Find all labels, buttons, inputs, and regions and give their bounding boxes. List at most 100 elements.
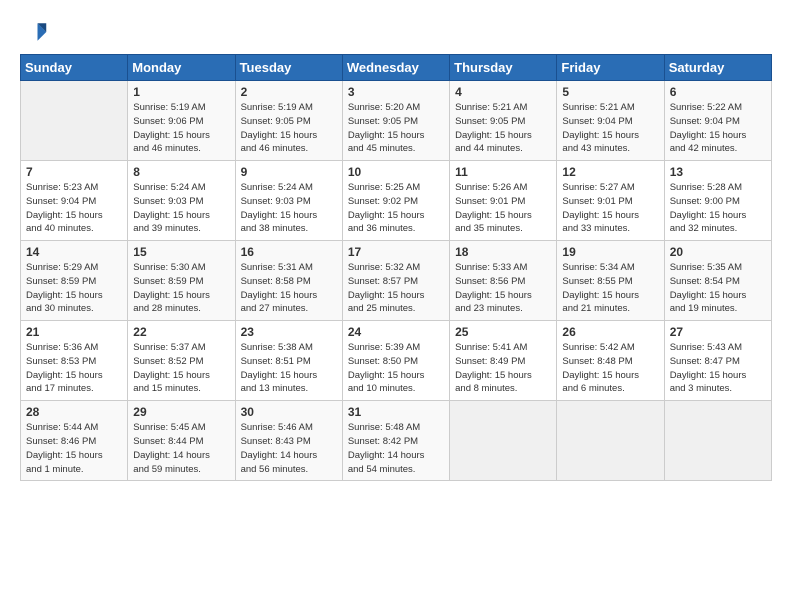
calendar-cell: 28Sunrise: 5:44 AM Sunset: 8:46 PM Dayli… bbox=[21, 401, 128, 481]
day-number: 23 bbox=[241, 325, 337, 339]
day-info: Sunrise: 5:29 AM Sunset: 8:59 PM Dayligh… bbox=[26, 261, 122, 316]
calendar-week-2: 14 Sunrise: 5:29 AM Sunset: 8:59 PM Dayli… bbox=[21, 241, 772, 321]
calendar-cell: 8Sunrise: 5:24 AM Sunset: 9:03 PM Daylig… bbox=[128, 161, 235, 241]
day-info: Sunrise: 5:39 AM Sunset: 8:50 PM Dayligh… bbox=[348, 341, 444, 396]
day-info: Sunrise: 5:35 AM Sunset: 8:54 PM Dayligh… bbox=[670, 261, 766, 316]
calendar-cell: 25 Sunrise: 5:41 AM Sunset: 8:49 PM Dayli… bbox=[450, 321, 557, 401]
weekday-header-tuesday: Tuesday bbox=[235, 55, 342, 81]
calendar-week-1: 7Sunrise: 5:23 AM Sunset: 9:04 PM Daylig… bbox=[21, 161, 772, 241]
day-number: 26 bbox=[562, 325, 658, 339]
day-number: 31 bbox=[348, 405, 444, 419]
calendar-week-3: 21 Sunrise: 5:36 AM Sunset: 8:53 PM Dayli… bbox=[21, 321, 772, 401]
day-number: 9 bbox=[241, 165, 337, 179]
day-number: 2 bbox=[241, 85, 337, 99]
day-info: Sunrise: 5:31 AM Sunset: 8:58 PM Dayligh… bbox=[241, 261, 337, 316]
calendar-cell: 3 Sunrise: 5:20 AM Sunset: 9:05 PM Daylig… bbox=[342, 81, 449, 161]
day-info: Sunrise: 5:21 AM Sunset: 9:05 PM Dayligh… bbox=[455, 101, 551, 156]
calendar-cell: 23 Sunrise: 5:38 AM Sunset: 8:51 PM Dayli… bbox=[235, 321, 342, 401]
calendar-cell: 7Sunrise: 5:23 AM Sunset: 9:04 PM Daylig… bbox=[21, 161, 128, 241]
calendar-cell: 6 Sunrise: 5:22 AM Sunset: 9:04 PM Daylig… bbox=[664, 81, 771, 161]
calendar-cell: 20 Sunrise: 5:35 AM Sunset: 8:54 PM Dayli… bbox=[664, 241, 771, 321]
day-info: Sunrise: 5:37 AM Sunset: 8:52 PM Dayligh… bbox=[133, 341, 229, 396]
day-number: 22 bbox=[133, 325, 229, 339]
calendar-cell: 13Sunrise: 5:28 AM Sunset: 9:00 PM Dayli… bbox=[664, 161, 771, 241]
calendar-body: 1 Sunrise: 5:19 AM Sunset: 9:06 PM Daylig… bbox=[21, 81, 772, 481]
calendar-cell bbox=[557, 401, 664, 481]
day-info: Sunrise: 5:25 AM Sunset: 9:02 PM Dayligh… bbox=[348, 181, 444, 236]
day-info: Sunrise: 5:45 AM Sunset: 8:44 PM Dayligh… bbox=[133, 421, 229, 476]
calendar-table: SundayMondayTuesdayWednesdayThursdayFrid… bbox=[20, 54, 772, 481]
day-number: 14 bbox=[26, 245, 122, 259]
day-info: Sunrise: 5:33 AM Sunset: 8:56 PM Dayligh… bbox=[455, 261, 551, 316]
day-info: Sunrise: 5:43 AM Sunset: 8:47 PM Dayligh… bbox=[670, 341, 766, 396]
calendar-cell: 2 Sunrise: 5:19 AM Sunset: 9:05 PM Daylig… bbox=[235, 81, 342, 161]
day-number: 27 bbox=[670, 325, 766, 339]
calendar-cell: 26 Sunrise: 5:42 AM Sunset: 8:48 PM Dayli… bbox=[557, 321, 664, 401]
calendar-cell: 21 Sunrise: 5:36 AM Sunset: 8:53 PM Dayli… bbox=[21, 321, 128, 401]
day-info: Sunrise: 5:19 AM Sunset: 9:06 PM Dayligh… bbox=[133, 101, 229, 156]
day-info: Sunrise: 5:26 AM Sunset: 9:01 PM Dayligh… bbox=[455, 181, 551, 236]
day-number: 20 bbox=[670, 245, 766, 259]
day-info: Sunrise: 5:21 AM Sunset: 9:04 PM Dayligh… bbox=[562, 101, 658, 156]
day-number: 5 bbox=[562, 85, 658, 99]
day-number: 25 bbox=[455, 325, 551, 339]
day-number: 17 bbox=[348, 245, 444, 259]
calendar-cell: 4 Sunrise: 5:21 AM Sunset: 9:05 PM Daylig… bbox=[450, 81, 557, 161]
day-number: 7 bbox=[26, 165, 122, 179]
day-number: 3 bbox=[348, 85, 444, 99]
day-info: Sunrise: 5:32 AM Sunset: 8:57 PM Dayligh… bbox=[348, 261, 444, 316]
calendar-cell: 18 Sunrise: 5:33 AM Sunset: 8:56 PM Dayli… bbox=[450, 241, 557, 321]
calendar-cell: 1 Sunrise: 5:19 AM Sunset: 9:06 PM Daylig… bbox=[128, 81, 235, 161]
calendar-cell: 31 Sunrise: 5:48 AM Sunset: 8:42 PM Dayli… bbox=[342, 401, 449, 481]
day-number: 4 bbox=[455, 85, 551, 99]
weekday-header-row: SundayMondayTuesdayWednesdayThursdayFrid… bbox=[21, 55, 772, 81]
day-info: Sunrise: 5:20 AM Sunset: 9:05 PM Dayligh… bbox=[348, 101, 444, 156]
day-number: 10 bbox=[348, 165, 444, 179]
calendar-cell: 19Sunrise: 5:34 AM Sunset: 8:55 PM Dayli… bbox=[557, 241, 664, 321]
calendar-week-4: 28Sunrise: 5:44 AM Sunset: 8:46 PM Dayli… bbox=[21, 401, 772, 481]
day-number: 18 bbox=[455, 245, 551, 259]
day-number: 15 bbox=[133, 245, 229, 259]
day-info: Sunrise: 5:19 AM Sunset: 9:05 PM Dayligh… bbox=[241, 101, 337, 156]
day-info: Sunrise: 5:44 AM Sunset: 8:46 PM Dayligh… bbox=[26, 421, 122, 476]
day-info: Sunrise: 5:24 AM Sunset: 9:03 PM Dayligh… bbox=[133, 181, 229, 236]
calendar-cell: 10 Sunrise: 5:25 AM Sunset: 9:02 PM Dayli… bbox=[342, 161, 449, 241]
weekday-header-friday: Friday bbox=[557, 55, 664, 81]
day-number: 11 bbox=[455, 165, 551, 179]
calendar-cell: 12Sunrise: 5:27 AM Sunset: 9:01 PM Dayli… bbox=[557, 161, 664, 241]
calendar-cell: 30Sunrise: 5:46 AM Sunset: 8:43 PM Dayli… bbox=[235, 401, 342, 481]
day-number: 6 bbox=[670, 85, 766, 99]
day-info: Sunrise: 5:42 AM Sunset: 8:48 PM Dayligh… bbox=[562, 341, 658, 396]
day-info: Sunrise: 5:36 AM Sunset: 8:53 PM Dayligh… bbox=[26, 341, 122, 396]
calendar-header: SundayMondayTuesdayWednesdayThursdayFrid… bbox=[21, 55, 772, 81]
calendar-cell: 14 Sunrise: 5:29 AM Sunset: 8:59 PM Dayli… bbox=[21, 241, 128, 321]
day-info: Sunrise: 5:30 AM Sunset: 8:59 PM Dayligh… bbox=[133, 261, 229, 316]
day-number: 30 bbox=[241, 405, 337, 419]
logo-icon bbox=[20, 18, 48, 46]
header bbox=[20, 18, 772, 46]
weekday-header-wednesday: Wednesday bbox=[342, 55, 449, 81]
weekday-header-saturday: Saturday bbox=[664, 55, 771, 81]
calendar-cell: 27 Sunrise: 5:43 AM Sunset: 8:47 PM Dayli… bbox=[664, 321, 771, 401]
day-info: Sunrise: 5:38 AM Sunset: 8:51 PM Dayligh… bbox=[241, 341, 337, 396]
weekday-header-sunday: Sunday bbox=[21, 55, 128, 81]
weekday-header-monday: Monday bbox=[128, 55, 235, 81]
calendar-cell bbox=[450, 401, 557, 481]
day-number: 21 bbox=[26, 325, 122, 339]
day-info: Sunrise: 5:22 AM Sunset: 9:04 PM Dayligh… bbox=[670, 101, 766, 156]
calendar-cell: 16 Sunrise: 5:31 AM Sunset: 8:58 PM Dayli… bbox=[235, 241, 342, 321]
calendar-cell: 29 Sunrise: 5:45 AM Sunset: 8:44 PM Dayli… bbox=[128, 401, 235, 481]
day-info: Sunrise: 5:48 AM Sunset: 8:42 PM Dayligh… bbox=[348, 421, 444, 476]
day-number: 24 bbox=[348, 325, 444, 339]
calendar-cell bbox=[21, 81, 128, 161]
calendar-cell: 17 Sunrise: 5:32 AM Sunset: 8:57 PM Dayli… bbox=[342, 241, 449, 321]
calendar-cell: 9Sunrise: 5:24 AM Sunset: 9:03 PM Daylig… bbox=[235, 161, 342, 241]
day-info: Sunrise: 5:41 AM Sunset: 8:49 PM Dayligh… bbox=[455, 341, 551, 396]
day-info: Sunrise: 5:27 AM Sunset: 9:01 PM Dayligh… bbox=[562, 181, 658, 236]
day-number: 29 bbox=[133, 405, 229, 419]
day-number: 1 bbox=[133, 85, 229, 99]
weekday-header-thursday: Thursday bbox=[450, 55, 557, 81]
page-container: SundayMondayTuesdayWednesdayThursdayFrid… bbox=[0, 0, 792, 491]
calendar-week-0: 1 Sunrise: 5:19 AM Sunset: 9:06 PM Daylig… bbox=[21, 81, 772, 161]
day-number: 16 bbox=[241, 245, 337, 259]
